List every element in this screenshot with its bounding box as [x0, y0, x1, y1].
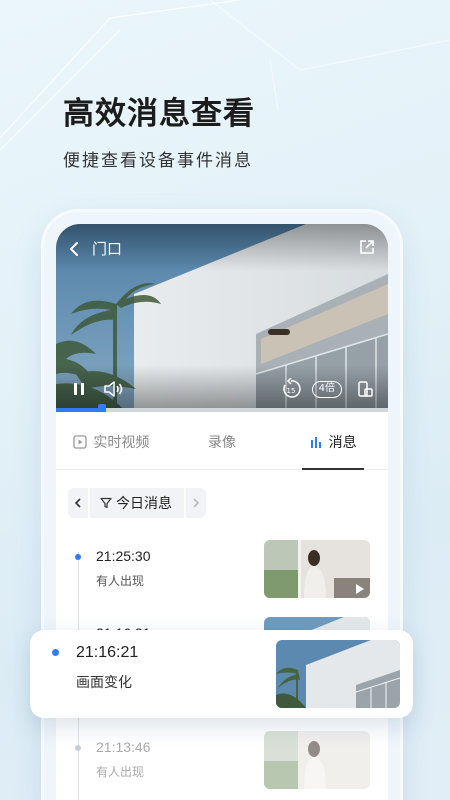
volume-icon[interactable] — [102, 380, 124, 398]
rotate-screen-icon[interactable] — [356, 380, 374, 398]
hero-title: 高效消息查看 — [63, 96, 255, 132]
chevron-left-icon — [74, 498, 81, 508]
playback-speed-button[interactable]: 4倍 — [311, 381, 342, 398]
svg-text:15: 15 — [287, 387, 296, 395]
timeline-dot — [75, 745, 81, 751]
event-thumbnail[interactable] — [276, 640, 400, 708]
person-room-image — [264, 731, 370, 789]
video-player[interactable]: 门口 15 4倍 — [56, 224, 388, 412]
hero-subtitle: 便捷查看设备事件消息 — [63, 151, 253, 171]
tab-live-video[interactable]: 实时视频 — [56, 414, 167, 469]
bar-chart-icon — [310, 436, 321, 448]
share-icon[interactable] — [358, 238, 376, 256]
tab-messages[interactable]: 消息 — [277, 414, 388, 469]
tab-label: 实时视频 — [93, 434, 150, 451]
date-filter-bar: 今日消息 — [68, 488, 206, 518]
filter-funnel-icon — [100, 497, 112, 509]
event-time: 21:25:30 — [96, 548, 151, 564]
event-time: 21:13:46 — [96, 739, 151, 755]
event-thumbnail[interactable] — [264, 731, 370, 789]
camera-name: 门口 — [92, 240, 123, 258]
tab-label: 录像 — [208, 434, 236, 451]
progress-fill — [56, 408, 102, 412]
person-room-image — [264, 540, 370, 598]
filter-label: 今日消息 — [116, 496, 172, 512]
rewind-15-icon[interactable]: 15 — [280, 378, 302, 400]
message-filter-button[interactable]: 今日消息 — [90, 488, 184, 518]
previous-day-button[interactable] — [68, 488, 88, 518]
tab-label: 消息 — [328, 434, 357, 451]
event-item[interactable]: 21:13:46 有人出现 — [56, 731, 388, 791]
play-box-icon — [73, 434, 87, 449]
building-image — [276, 640, 400, 708]
highlighted-event-card[interactable]: 21:16:21 画面变化 — [30, 630, 413, 718]
event-thumbnail[interactable] — [264, 540, 370, 598]
progress-handle[interactable] — [98, 404, 106, 412]
playback-progress-bar[interactable] — [56, 404, 388, 412]
event-time: 21:16:21 — [76, 644, 139, 661]
event-item[interactable]: 21:25:30 有人出现 — [56, 540, 388, 600]
timeline-dot — [75, 554, 81, 560]
pause-icon[interactable] — [70, 380, 88, 398]
event-description: 有人出现 — [96, 574, 145, 588]
view-tabs: 实时视频 录像 消息 — [56, 414, 388, 470]
chevron-right-icon — [193, 498, 200, 508]
timeline-dot — [52, 649, 59, 656]
event-description: 画面变化 — [76, 675, 132, 691]
player-header: 门口 — [66, 238, 122, 259]
next-day-button[interactable] — [186, 488, 206, 518]
tab-recordings[interactable]: 录像 — [167, 414, 278, 469]
back-arrow-icon[interactable] — [66, 240, 84, 258]
event-description: 有人出现 — [96, 765, 145, 779]
